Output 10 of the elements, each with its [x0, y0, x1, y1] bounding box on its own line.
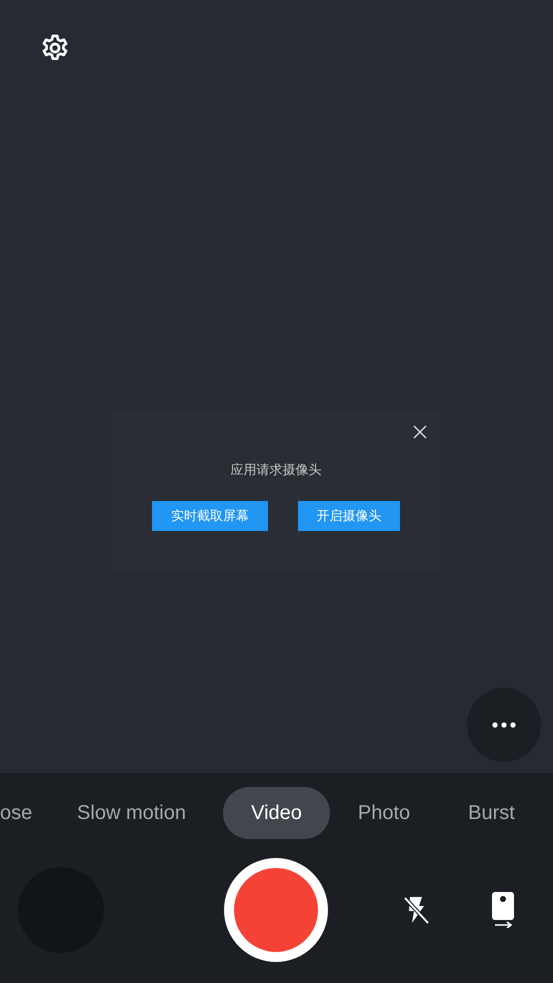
close-icon[interactable]: [412, 424, 428, 440]
switch-camera-icon[interactable]: [491, 892, 515, 928]
dialog-message: 应用请求摄像头: [230, 461, 322, 479]
mode-tab[interactable]: Video: [223, 787, 330, 839]
mode-tab[interactable]: Slow motion: [40, 787, 223, 839]
mode-tab[interactable]: ose: [0, 787, 40, 839]
flash-icon[interactable]: [402, 895, 430, 925]
mode-tab[interactable]: Photo: [330, 787, 438, 839]
more-icon: [492, 722, 516, 728]
mode-tab[interactable]: Burst: [438, 787, 545, 839]
